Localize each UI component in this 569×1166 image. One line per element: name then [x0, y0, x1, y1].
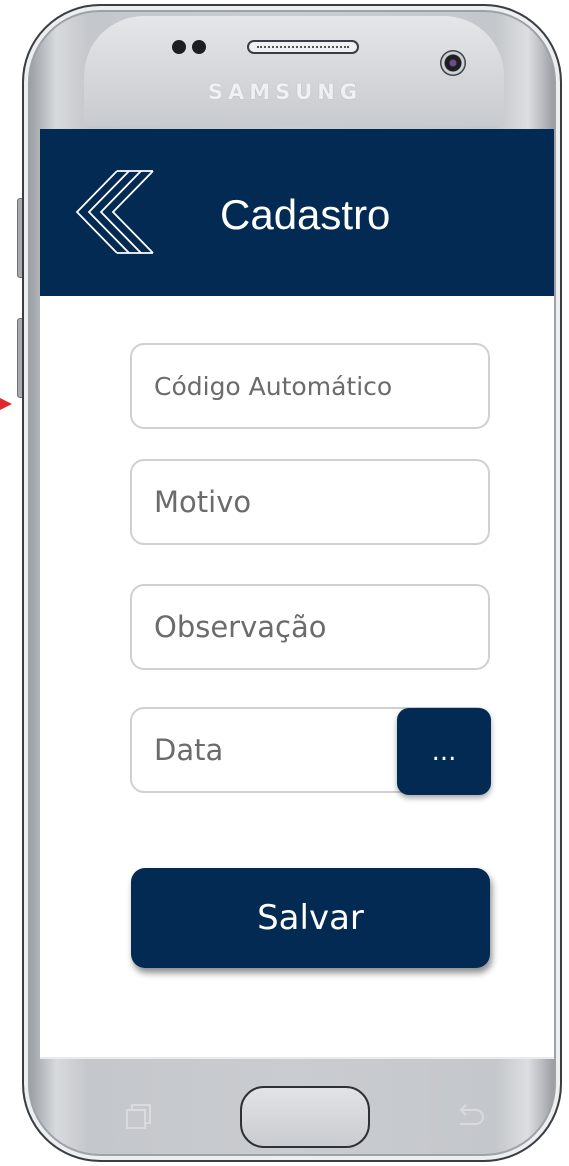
device-brand-logo: SAMSUNG: [207, 80, 363, 104]
page-title: Cadastro: [220, 191, 391, 238]
notes-field[interactable]: Observação: [130, 584, 490, 670]
mockup-stage: SAMSUNG Cadastro Código Automático Motiv…: [0, 0, 569, 1166]
save-button[interactable]: Salvar: [131, 868, 490, 968]
reason-field[interactable]: Motivo: [130, 459, 490, 545]
date-picker-button[interactable]: ...: [397, 708, 491, 795]
annotation-arrow-icon: [0, 398, 12, 410]
app-screen: Cadastro Código Automático Motivo Observ…: [40, 129, 554, 1057]
front-camera: [440, 50, 466, 76]
sensor-dot: [192, 40, 206, 54]
recent-apps-icon[interactable]: [124, 1102, 154, 1132]
sensor-dot: [172, 40, 186, 54]
home-button[interactable]: [240, 1086, 370, 1148]
code-field[interactable]: Código Automático: [130, 343, 490, 429]
screen-bottom-edge: [40, 1057, 554, 1059]
double-chevron-left-icon[interactable]: [73, 169, 173, 255]
app-header: Cadastro: [40, 129, 554, 296]
earpiece-speaker: [247, 40, 359, 54]
back-arrow-icon[interactable]: [452, 1100, 488, 1130]
phone-top-bezel: [84, 16, 504, 126]
